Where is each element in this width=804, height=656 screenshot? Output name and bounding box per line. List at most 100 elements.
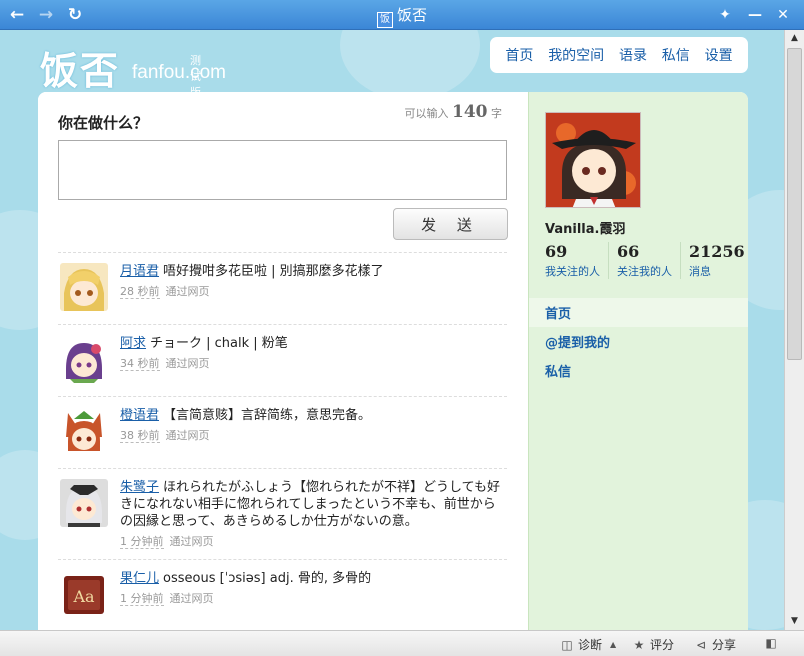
topnav-settings[interactable]: 设置 — [705, 45, 733, 65]
status-content: osseous [ˈɔsiəs] adj. 骨的, 多骨的 — [163, 571, 372, 586]
status-text: 朱鹭子 ほれられたがふしょう【惚れられたが不祥】どうしても好きになれない相手に惚れ… — [120, 479, 507, 530]
logo-en: fanfou.com — [132, 62, 226, 83]
status-time[interactable]: 1 分钟前 — [120, 592, 164, 606]
close-button[interactable]: ✕ — [770, 2, 796, 28]
topnav-home[interactable]: 首页 — [505, 45, 533, 65]
browser-statusbar: ◫ 诊断 ▲ ★ 评分 ⊲ 分享 ◧ — [0, 630, 804, 656]
diagnose-label: 诊断 — [578, 638, 603, 652]
sidebar-item-messages[interactable]: 私信 — [529, 356, 748, 385]
avatar[interactable] — [60, 479, 108, 527]
status-content: 【言简意赅】言辞简练，意思完备。 — [163, 408, 372, 423]
status-content: 唔好攪咁多花臣啦 | 別搞那麼多花樣了 — [163, 264, 384, 279]
star-icon: ★ — [633, 637, 645, 652]
sidebar: Vanilla.霞羽 69 我关注的人 66 关注我的人 21256 消息 首页… — [528, 92, 748, 630]
scrollbar-thumb[interactable] — [787, 48, 802, 360]
page-viewport: 饭否 fanfou.com 测试版 首页 我的空间 语录 私信 设置 你在做什么… — [0, 30, 784, 630]
list-item: 月语君 唔好攪咁多花臣啦 | 別搞那麼多花樣了 28 秒前 通过网页 — [58, 252, 507, 324]
counter-suffix: 字 — [491, 107, 502, 120]
status-time[interactable]: 34 秒前 — [120, 357, 160, 371]
stat-following-label[interactable]: 我关注的人 — [545, 263, 600, 279]
list-item: 朱鹭子 ほれられたがふしょう【惚れられたが不祥】どうしても好きになれない相手に惚れ… — [58, 468, 507, 559]
avatar[interactable] — [60, 335, 108, 383]
share-label: 分享 — [712, 638, 737, 652]
status-text: 阿求 チョーク | chalk | 粉笔 — [120, 335, 507, 352]
status-meta: 1 分钟前 通过网页 — [120, 533, 507, 549]
share-button[interactable]: ⊲ 分享 — [694, 636, 736, 653]
stat-followers-num: 66 — [617, 242, 640, 261]
counter-number: 140 — [452, 102, 488, 122]
counter-prefix: 可以输入 — [404, 107, 449, 120]
window-title: 饭饭否 — [0, 0, 804, 30]
status-meta: 1 分钟前 通过网页 — [120, 590, 507, 606]
status-content: ほれられたがふしょう【惚れられたが不祥】どうしても好きになれない相手に惚れられて… — [120, 480, 500, 529]
stat-followers[interactable]: 66 关注我的人 — [617, 242, 681, 279]
window-title-text: 饭否 — [396, 6, 427, 24]
status-source: 通过网页 — [165, 429, 210, 442]
status-user-link[interactable]: 果仁儿 — [120, 571, 159, 586]
sidebar-item-home[interactable]: 首页 — [529, 298, 748, 327]
send-button[interactable]: 发 送 — [393, 208, 508, 240]
stat-followers-label[interactable]: 关注我的人 — [617, 263, 672, 279]
chevron-up-icon: ▲ — [609, 639, 617, 649]
stat-following[interactable]: 69 我关注的人 — [545, 242, 609, 279]
stat-messages[interactable]: 21256 消息 — [689, 242, 748, 279]
char-counter: 可以输入 140 字 — [405, 102, 503, 122]
sidebar-toggle-button[interactable]: ◧ — [764, 636, 778, 650]
browser-titlebar: ← → ↻ 饭饭否 ✦ — ✕ — [0, 0, 804, 30]
status-text: 果仁儿 osseous [ˈɔsiəs] adj. 骨的, 多骨的 — [120, 570, 507, 587]
stat-messages-label[interactable]: 消息 — [689, 263, 745, 279]
main-column: 你在做什么？ 可以输入 140 字 发 送 月语君 唔好攪咁多花臣啦 | 別搞那麼… — [38, 92, 528, 630]
sidebar-toggle-icon: ◧ — [765, 636, 777, 650]
profile-avatar[interactable] — [545, 112, 641, 208]
status-input[interactable] — [58, 140, 507, 200]
topnav-quotes[interactable]: 语录 — [619, 45, 647, 65]
status-time[interactable]: 38 秒前 — [120, 429, 160, 443]
background-bubble — [340, 30, 480, 100]
status-meta: 28 秒前 通过网页 — [120, 283, 507, 299]
share-icon: ⊲ — [695, 637, 707, 652]
status-time[interactable]: 1 分钟前 — [120, 535, 164, 549]
content-container: 你在做什么？ 可以输入 140 字 发 送 月语君 唔好攪咁多花臣啦 | 別搞那麼… — [38, 92, 748, 630]
status-meta: 38 秒前 通过网页 — [120, 427, 507, 443]
svg-text:Aa: Aa — [72, 587, 95, 606]
status-user-link[interactable]: 阿求 — [120, 336, 146, 351]
avatar[interactable]: Aa — [60, 570, 108, 618]
status-user-link[interactable]: 朱鹭子 — [120, 480, 159, 495]
status-content: チョーク | chalk | 粉笔 — [150, 336, 288, 351]
status-meta: 34 秒前 通过网页 — [120, 355, 507, 371]
minimize-button[interactable]: — — [742, 2, 768, 28]
profile-name: Vanilla.霞羽 — [545, 222, 626, 237]
status-stream: 月语君 唔好攪咁多花臣啦 | 別搞那麼多花樣了 28 秒前 通过网页 阿求 チョーク … — [58, 252, 507, 630]
status-text: 橙语君 【言简意赅】言辞简练，意思完备。 — [120, 407, 507, 424]
sidebar-nav: 首页 @提到我的 私信 — [529, 298, 748, 385]
rate-button[interactable]: ★ 评分 — [632, 636, 674, 653]
fanfou-logo[interactable]: 饭否 fanfou.com 测试版 — [40, 40, 226, 99]
status-user-link[interactable]: 橙语君 — [120, 408, 159, 423]
vertical-scrollbar[interactable]: ▲ ▼ — [784, 30, 804, 630]
status-source: 通过网页 — [169, 592, 214, 605]
logo-cn: 饭否 — [40, 49, 121, 93]
composer-question: 你在做什么？ — [58, 114, 149, 132]
topnav-my-space[interactable]: 我的空间 — [548, 45, 604, 65]
topnav-messages[interactable]: 私信 — [662, 45, 690, 65]
pin-icon[interactable]: ✦ — [712, 2, 738, 28]
avatar[interactable] — [60, 407, 108, 455]
list-item: 阿求 チョーク | chalk | 粉笔 34 秒前 通过网页 — [58, 324, 507, 396]
fanfou-favicon-icon: 饭 — [376, 12, 393, 28]
diagnose-icon: ◫ — [561, 637, 573, 652]
diagnose-button[interactable]: ◫ 诊断 ▲ — [560, 636, 620, 653]
status-source: 通过网页 — [165, 357, 210, 370]
sidebar-item-mentions[interactable]: @提到我的 — [529, 327, 748, 356]
rate-label: 评分 — [650, 638, 675, 652]
list-item: Aa 果仁儿 osseous [ˈɔsiəs] adj. 骨的, 多骨的 1 分钟… — [58, 559, 507, 630]
scroll-up-icon[interactable]: ▲ — [785, 30, 804, 47]
profile-stats: 69 我关注的人 66 关注我的人 21256 消息 — [545, 242, 748, 279]
status-time[interactable]: 28 秒前 — [120, 285, 160, 299]
status-source: 通过网页 — [169, 535, 214, 548]
list-item: 橙语君 【言简意赅】言辞简练，意思完备。 38 秒前 通过网页 — [58, 396, 507, 468]
stat-messages-num: 21256 — [689, 242, 745, 261]
top-nav: 首页 我的空间 语录 私信 设置 — [490, 37, 748, 73]
scroll-down-icon[interactable]: ▼ — [785, 613, 804, 630]
status-user-link[interactable]: 月语君 — [120, 264, 159, 279]
avatar[interactable] — [60, 263, 108, 311]
